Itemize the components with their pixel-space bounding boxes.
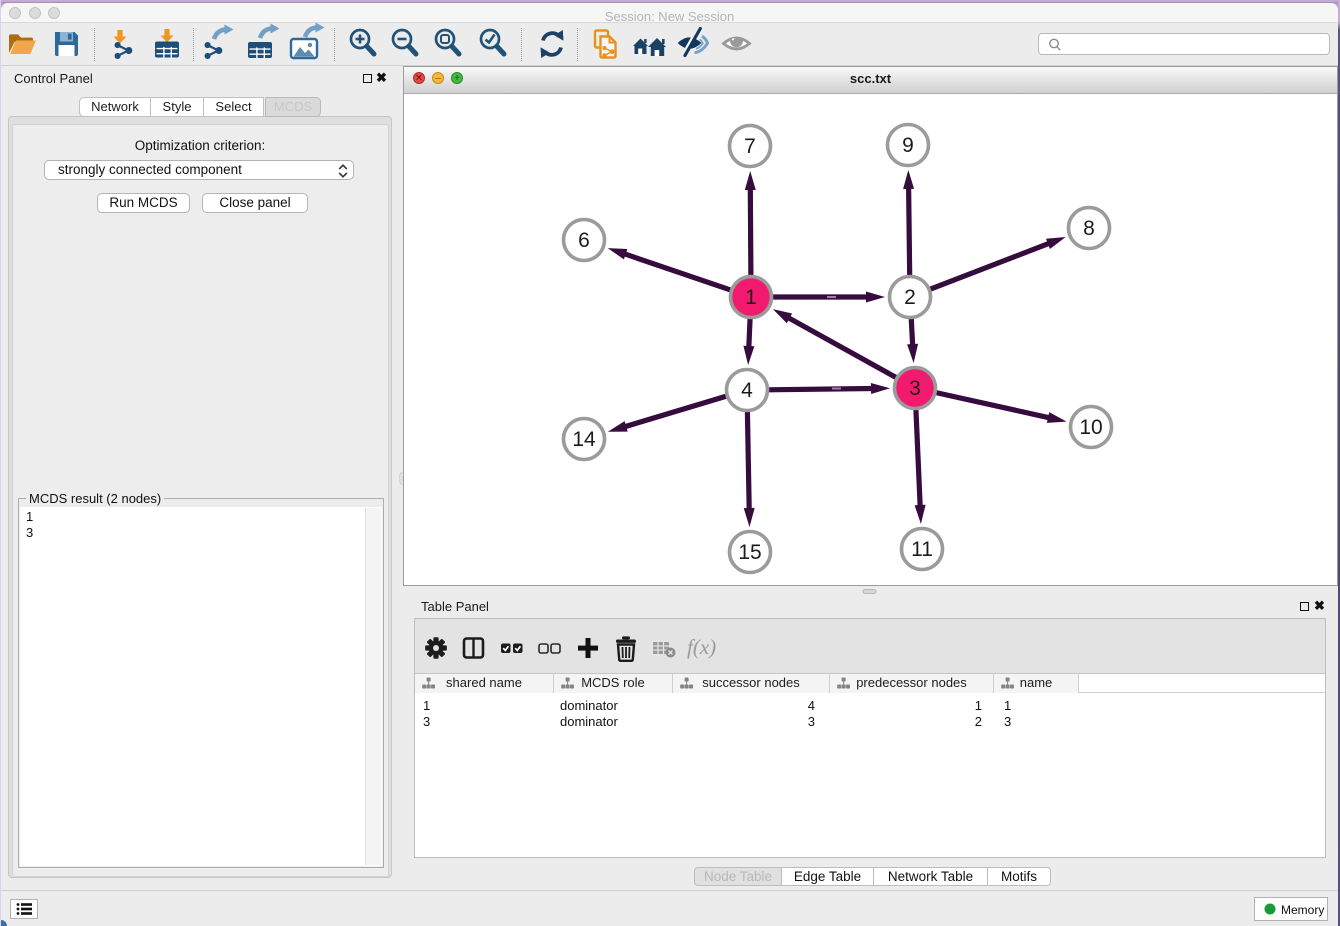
svg-text:11: 11 [911, 538, 933, 561]
svg-text:1: 1 [745, 286, 757, 309]
svg-text:7: 7 [744, 135, 756, 158]
svg-text:9: 9 [902, 134, 914, 157]
svg-text:3: 3 [909, 377, 921, 400]
svg-text:10: 10 [1079, 416, 1102, 439]
svg-text:6: 6 [578, 229, 590, 252]
svg-text:14: 14 [572, 428, 596, 451]
svg-text:15: 15 [738, 541, 761, 564]
svg-text:4: 4 [741, 379, 753, 402]
svg-text:8: 8 [1083, 217, 1095, 240]
svg-text:2: 2 [904, 286, 916, 309]
